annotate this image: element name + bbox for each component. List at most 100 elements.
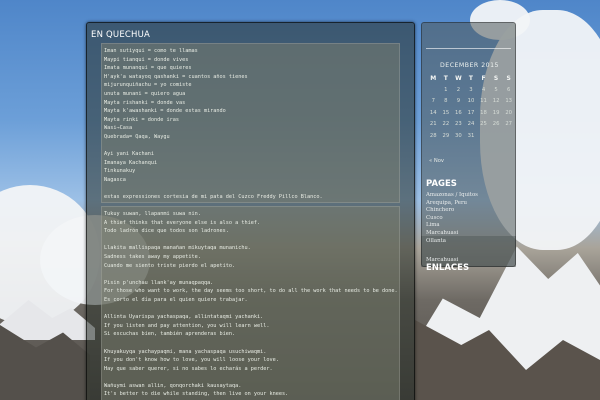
page-link[interactable]: Arequipa, Peru: [426, 200, 467, 208]
text-line: mijurunquiñachu = yo comiste: [104, 82, 192, 89]
text-line: Pisin p'unchau llank'ay munaqpaqqa.: [104, 279, 214, 286]
calendar-prev-link[interactable]: « Nov: [429, 158, 444, 164]
calendar-day: 22: [442, 121, 450, 128]
weekday-header: S: [493, 75, 499, 82]
calendar-day: [490, 130, 503, 142]
calendar-day: 15: [442, 109, 450, 116]
calendar-day: 23: [455, 121, 462, 128]
calendar-day: [427, 84, 440, 96]
weekday-header: T: [443, 75, 448, 82]
text-line: Allinta Uyarispa yachaspaqa, allintataqm…: [104, 314, 264, 321]
text-line: Mayta k'awashanki = donde estas mirando: [104, 108, 226, 115]
text-line: Imata munanqui = que quieres: [104, 65, 192, 72]
calendar-day: 26: [492, 121, 500, 128]
blog-post: EN QUECHUA Iman sutiyqui = como te llama…: [86, 22, 415, 400]
calendar-day: 14: [429, 109, 437, 116]
text-line: If you listen and pay attention, you wil…: [104, 322, 270, 329]
text-line: Khuyakuyqa yachaypaqmi, mana yachaspaqa …: [104, 348, 267, 355]
text-line: It's better to die while standing, then …: [104, 391, 289, 398]
calendar-day: 2: [456, 86, 461, 93]
calendar-day: 1: [444, 86, 448, 93]
page-link[interactable]: Cusco: [426, 215, 443, 223]
text-line: Mayta rinki = donde iras: [104, 116, 179, 123]
text-line: Si escuchas bien, también aprenderas bie…: [104, 331, 236, 338]
calendar-day: 20: [505, 109, 513, 116]
page-link[interactable]: Ollanta: [426, 238, 446, 246]
calendar-day: 9: [456, 98, 461, 105]
calendar-day: 6: [507, 86, 511, 93]
calendar-day: 19: [492, 109, 500, 116]
text-line: Maypi tianqui = donde vives: [104, 56, 189, 63]
weekday-header: T: [468, 75, 474, 82]
quechua-phrases-block: Iman sutiyqui = como te llamas Maypi tian…: [101, 43, 400, 203]
text-line: estas expressiones cortesia de mi pata d…: [104, 194, 323, 201]
text-line: Hay que saber querer, si no sabes lo ech…: [104, 365, 273, 372]
calendar: MTWTFSS 1 2 3 4 5 6 7 8 9 10 11 12 13 14 15 16 17 18 19 20 2…: [427, 73, 515, 142]
text-line: Es corto el día para el quien quiere tra…: [104, 296, 248, 303]
calendar-day: 10: [467, 98, 475, 105]
calendar-day: 18: [480, 109, 487, 116]
calendar-month: DECEMBER 2015: [440, 62, 499, 69]
post-title[interactable]: EN QUECHUA: [91, 30, 150, 40]
text-line: Tinkunakuy: [104, 168, 136, 175]
calendar-day: 11: [480, 98, 487, 105]
quechua-sayings-block: Tukuy suwan, llapanmi suwa nin. A thief t…: [101, 206, 400, 400]
calendar-day: 8: [444, 98, 448, 105]
page-link[interactable]: Marcahuasi: [426, 230, 458, 238]
calendar-day: [502, 130, 515, 142]
text-line: Sadness takes away my appetite.: [104, 253, 201, 260]
text-line: For those who want to work, the day seem…: [104, 288, 398, 295]
calendar-day: 12: [492, 98, 500, 105]
weekday-header: W: [455, 75, 462, 82]
sidebar: DECEMBER 2015 MTWTFSS 1 2 3 4 5 6 7 8 9 10 11 12 13 1…: [421, 22, 516, 273]
calendar-day: 21: [429, 121, 437, 128]
calendar-day: 5: [494, 86, 498, 93]
page-link[interactable]: Lima: [426, 222, 440, 230]
text-line: If you don't know how to love, you will …: [104, 357, 279, 364]
calendar-day: 16: [455, 109, 462, 116]
calendar-day: 13: [505, 98, 513, 105]
text-line: Iman sutiyqui = como te llamas: [104, 48, 198, 54]
calendar-day: 27: [505, 121, 513, 128]
text-line: H'ayk'a watayoq qashanki = cuantos años …: [104, 73, 248, 80]
text-line: Nagasca: [104, 176, 126, 183]
calendar-day: [477, 130, 490, 142]
page-link[interactable]: Chinchero: [426, 207, 454, 215]
text-line: unuta munani = quiero agua: [104, 90, 186, 97]
weekday-header: M: [430, 75, 437, 82]
calendar-day: 7: [431, 98, 435, 105]
calendar-day: 31: [467, 132, 475, 139]
divider: [426, 48, 511, 49]
text-line: A thief thinks that everyone else is als…: [104, 219, 261, 226]
calendar-day: 30: [455, 132, 462, 139]
text-line: Cuando me siento triste pierdo el apetit…: [104, 262, 236, 269]
text-line: Llakita mallispaqa manañan mikuytaqa mun…: [104, 245, 251, 252]
calendar-day: 28: [429, 132, 437, 139]
text-line: Todo ladrón dice que todos son ladrones.: [104, 228, 229, 235]
weekday-header: F: [481, 75, 486, 82]
text-line: Imanaya Kachanqui: [104, 159, 158, 166]
external-link[interactable]: Marcahuasi: [426, 257, 458, 265]
calendar-day: 3: [469, 86, 473, 93]
weekday-header: S: [506, 75, 511, 82]
calendar-day: 4: [481, 86, 486, 93]
page-link[interactable]: Amazonas / Iquitos: [426, 192, 478, 200]
text-line: Wasi→Casa: [104, 125, 133, 132]
text-line: Quebrada= Qaqa, Waygu: [104, 133, 170, 140]
pages-heading: PAGES: [426, 179, 457, 189]
calendar-day: 17: [467, 109, 475, 116]
text-line: Tukuy suwan, llapanmi suwa nin.: [104, 211, 201, 217]
text-line: Ayi yani Kachani: [104, 151, 154, 158]
calendar-day: 29: [442, 132, 450, 139]
text-line: Mayta rishanki = donde vas: [104, 99, 186, 106]
calendar-day: 25: [480, 121, 487, 128]
links-heading: ENLACES: [426, 263, 470, 273]
calendar-day: 24: [467, 121, 475, 128]
